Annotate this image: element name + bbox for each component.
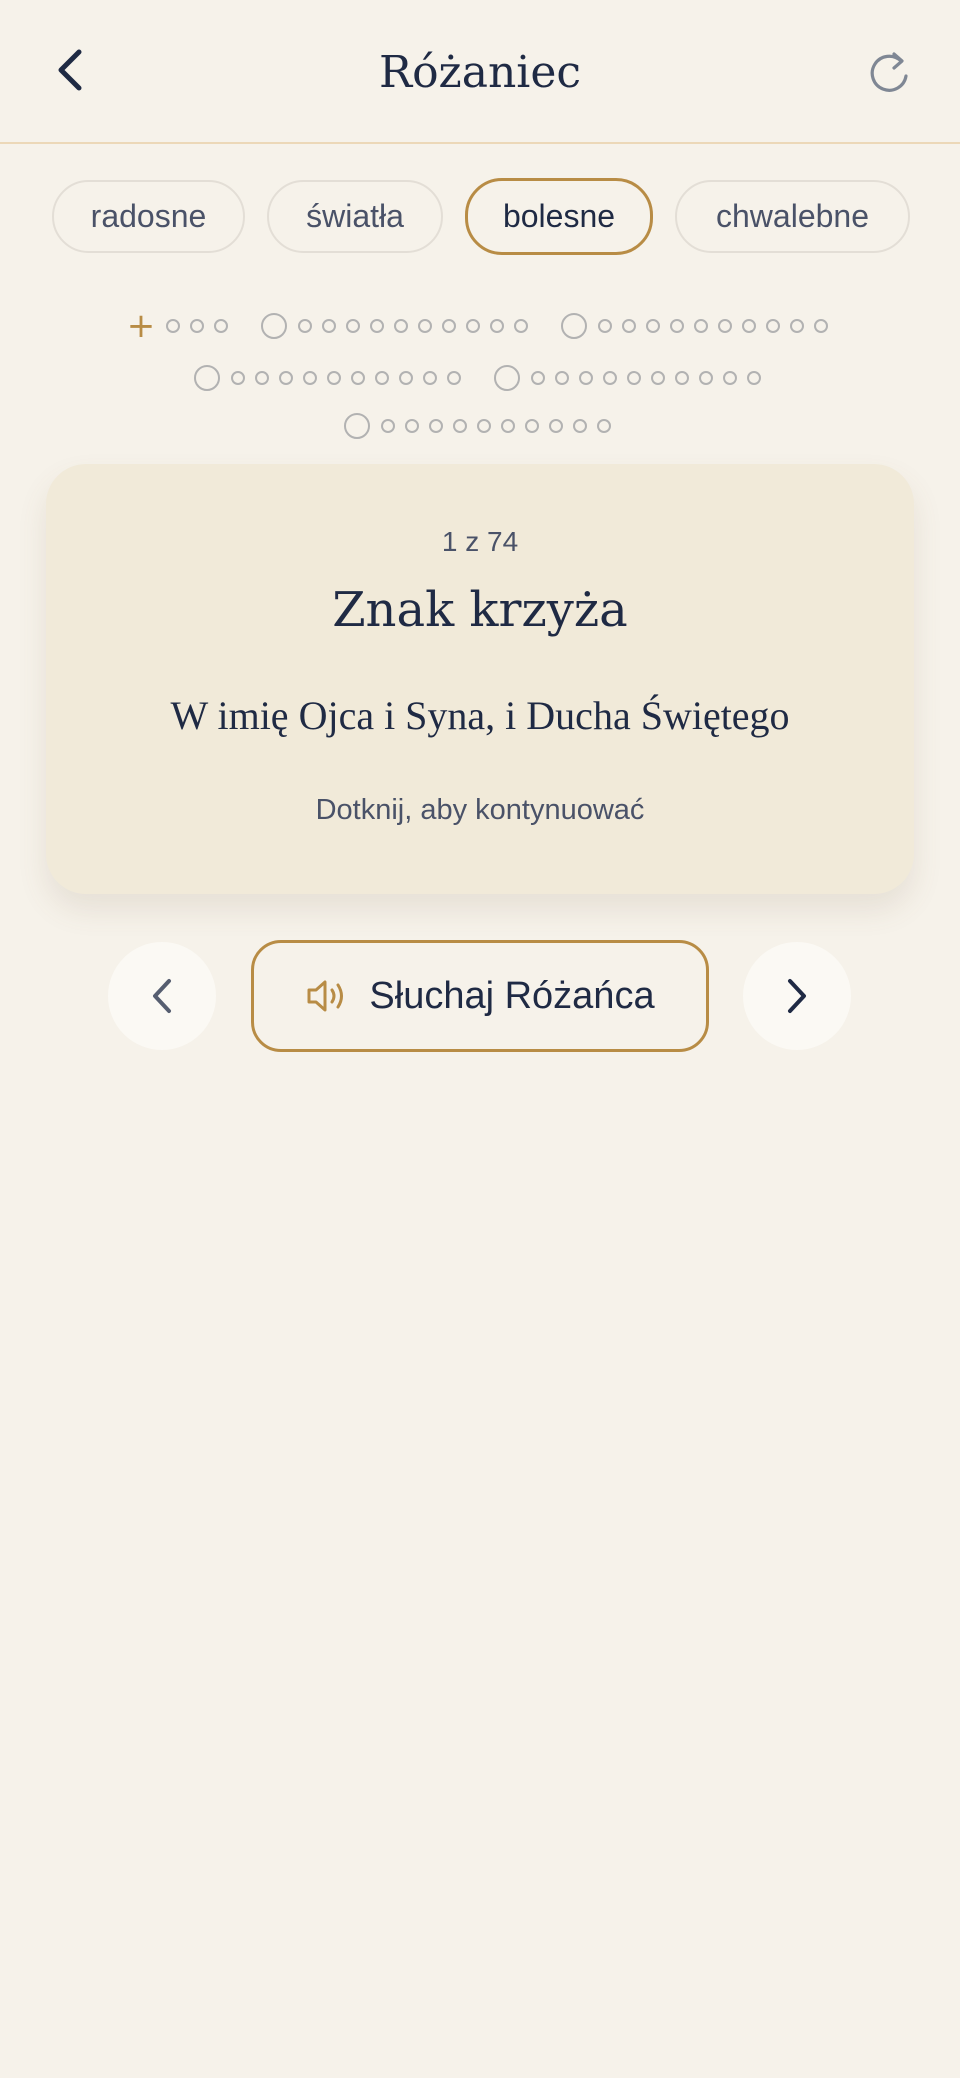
- bead: [466, 319, 481, 333]
- bead: [442, 319, 457, 333]
- bead: [303, 371, 317, 385]
- bead: [279, 371, 293, 385]
- bead-row: [0, 400, 960, 452]
- bead: [214, 319, 229, 333]
- bead: [418, 319, 433, 333]
- chevron-left-icon: [153, 979, 171, 1013]
- bead: [646, 319, 661, 333]
- bead: [477, 419, 491, 433]
- rosary-progress: +: [0, 300, 960, 452]
- bead-decade: [561, 313, 833, 339]
- bead: [327, 371, 341, 385]
- bead: [394, 319, 409, 333]
- bead: [453, 419, 467, 433]
- bead: [790, 319, 805, 333]
- bead-large: [261, 313, 288, 339]
- prayer-counter: 1 z 74: [441, 526, 519, 557]
- bead: [190, 319, 205, 333]
- bead: [622, 319, 637, 333]
- bead: [514, 319, 529, 333]
- tab-chwalebne[interactable]: chwalebne: [675, 180, 910, 253]
- bead: [699, 371, 713, 385]
- bead: [766, 319, 781, 333]
- bead: [742, 319, 757, 333]
- bead: [351, 371, 365, 385]
- bead: [555, 371, 569, 385]
- mystery-tabs: radosne światła bolesne chwalebne: [52, 178, 910, 257]
- bead: [814, 319, 829, 333]
- bead: [346, 319, 361, 333]
- continue-hint: Dotknij, aby kontynuować: [315, 794, 645, 826]
- bead: [298, 319, 313, 333]
- header: Różaniec: [0, 0, 960, 144]
- bead: [166, 319, 181, 333]
- chevron-right-icon: [788, 979, 806, 1013]
- bead: [747, 371, 761, 385]
- tab-bolesne[interactable]: bolesne: [465, 178, 653, 255]
- bead: [423, 371, 437, 385]
- bead: [322, 319, 337, 333]
- bead: [381, 419, 395, 433]
- reset-button[interactable]: [862, 44, 918, 100]
- bead: [597, 419, 611, 433]
- prayer-title: Znak krzyża: [332, 582, 628, 638]
- bead: [723, 371, 737, 385]
- bead: [531, 371, 545, 385]
- bead: [718, 319, 733, 333]
- refresh-icon: [870, 52, 908, 92]
- bead: [627, 371, 641, 385]
- prayer-card[interactable]: 1 z 74 Znak krzyża W imię Ojca i Syna, i…: [46, 464, 914, 894]
- bead: [231, 371, 245, 385]
- tab-swiatla[interactable]: światła: [267, 180, 443, 253]
- bead: [670, 319, 685, 333]
- bead: [603, 371, 617, 385]
- bead: [579, 371, 593, 385]
- prayer-text: W imię Ojca i Syna, i Ducha Świętego: [170, 693, 790, 738]
- bead: [490, 319, 505, 333]
- bead: [375, 371, 389, 385]
- next-button[interactable]: [743, 942, 851, 1050]
- bead-decade: [261, 313, 533, 339]
- bead: [651, 371, 665, 385]
- bead-row: [0, 352, 960, 404]
- bead: [549, 419, 563, 433]
- bead-large: [494, 365, 520, 391]
- listen-rosary-button[interactable]: Słuchaj Różańca: [251, 940, 709, 1052]
- bead-decade: [194, 365, 466, 391]
- bead-decade: [494, 365, 766, 391]
- bead: [694, 319, 709, 333]
- page-title: Różaniec: [378, 47, 582, 98]
- cross-icon: +: [126, 306, 156, 346]
- bead: [429, 419, 443, 433]
- bead: [405, 419, 419, 433]
- bead: [675, 371, 689, 385]
- bead: [255, 371, 269, 385]
- bead-decade: [344, 413, 616, 439]
- speaker-icon: [307, 980, 344, 1012]
- bead-large: [194, 365, 220, 391]
- bead-large: [561, 313, 588, 339]
- bead: [447, 371, 461, 385]
- bead: [598, 319, 613, 333]
- bead-large: [344, 413, 370, 439]
- bead: [399, 371, 413, 385]
- bead: [370, 319, 385, 333]
- bead: [573, 419, 587, 433]
- listen-label: Słuchaj Różańca: [369, 974, 655, 1017]
- bead-row: +: [0, 300, 960, 352]
- tab-radosne[interactable]: radosne: [52, 180, 245, 253]
- previous-button[interactable]: [108, 942, 216, 1050]
- bead: [501, 419, 515, 433]
- bead: [525, 419, 539, 433]
- bead-intro: +: [127, 309, 234, 343]
